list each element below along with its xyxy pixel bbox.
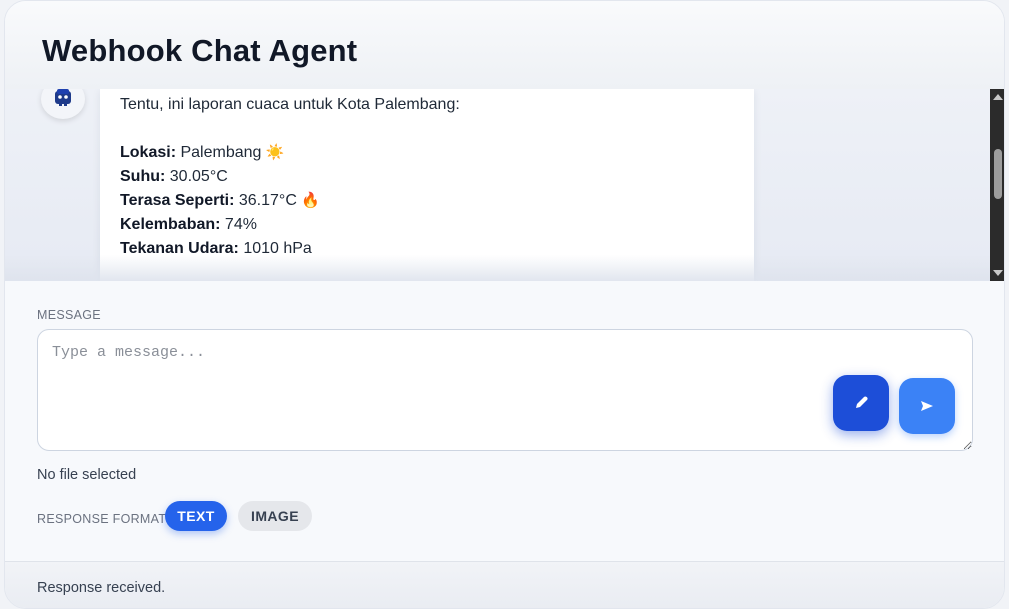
chat-scrollbar[interactable]: [990, 89, 1004, 281]
file-status: No file selected: [37, 467, 137, 483]
header: Webhook Chat Agent: [5, 1, 1004, 90]
pencil-icon: [856, 396, 868, 408]
send-icon: [921, 401, 933, 411]
format-image-button[interactable]: IMAGE: [238, 501, 312, 531]
field-kelembaban: Kelembaban: 74%: [120, 213, 734, 237]
field-value: Palembang: [180, 144, 262, 161]
sun-icon: ☀️: [265, 144, 285, 161]
scroll-up-arrow-icon[interactable]: [993, 94, 1003, 100]
field-label: Suhu:: [120, 168, 166, 185]
field-value: 36.17°C: [238, 192, 297, 209]
bot-message-bubble: Tentu, ini laporan cuaca untuk Kota Pale…: [100, 89, 754, 281]
message-intro: Tentu, ini laporan cuaca untuk Kota Pale…: [120, 96, 460, 113]
status-text: Response received.: [37, 580, 166, 596]
chat-app-card: Webhook Chat Agent Tentu, ini laporan cu…: [4, 0, 1005, 609]
response-format-label: RESPONSE FORMAT: [37, 512, 167, 526]
send-button[interactable]: [899, 378, 955, 434]
edit-button[interactable]: [833, 375, 889, 431]
field-label: Terasa Seperti:: [120, 192, 235, 209]
message-label: MESSAGE: [37, 308, 101, 322]
chat-log[interactable]: Tentu, ini laporan cuaca untuk Kota Pale…: [5, 89, 1004, 281]
chat-fade-overlay: [5, 255, 1004, 281]
format-text-button[interactable]: TEXT: [165, 501, 227, 531]
field-label: Lokasi:: [120, 144, 177, 161]
bot-avatar: [41, 89, 85, 119]
robot-icon: [55, 89, 71, 106]
field-lokasi: Lokasi: Palembang ☀️: [120, 141, 734, 165]
composer: MESSAGE No file selected RESPONSE FORMAT…: [5, 281, 1004, 561]
field-terasa-seperti: Terasa Seperti: 36.17°C 🔥: [120, 189, 734, 213]
scrollbar-thumb[interactable]: [994, 149, 1002, 199]
scroll-down-arrow-icon[interactable]: [993, 270, 1003, 276]
field-label: Kelembaban:: [120, 216, 221, 233]
field-value: 74%: [224, 216, 257, 233]
field-suhu: Suhu: 30.05°C: [120, 165, 734, 189]
status-bar: Response received.: [5, 561, 1004, 608]
fire-icon: 🔥: [301, 192, 321, 209]
page-title: Webhook Chat Agent: [42, 33, 358, 68]
field-value: 30.05°C: [169, 168, 228, 185]
